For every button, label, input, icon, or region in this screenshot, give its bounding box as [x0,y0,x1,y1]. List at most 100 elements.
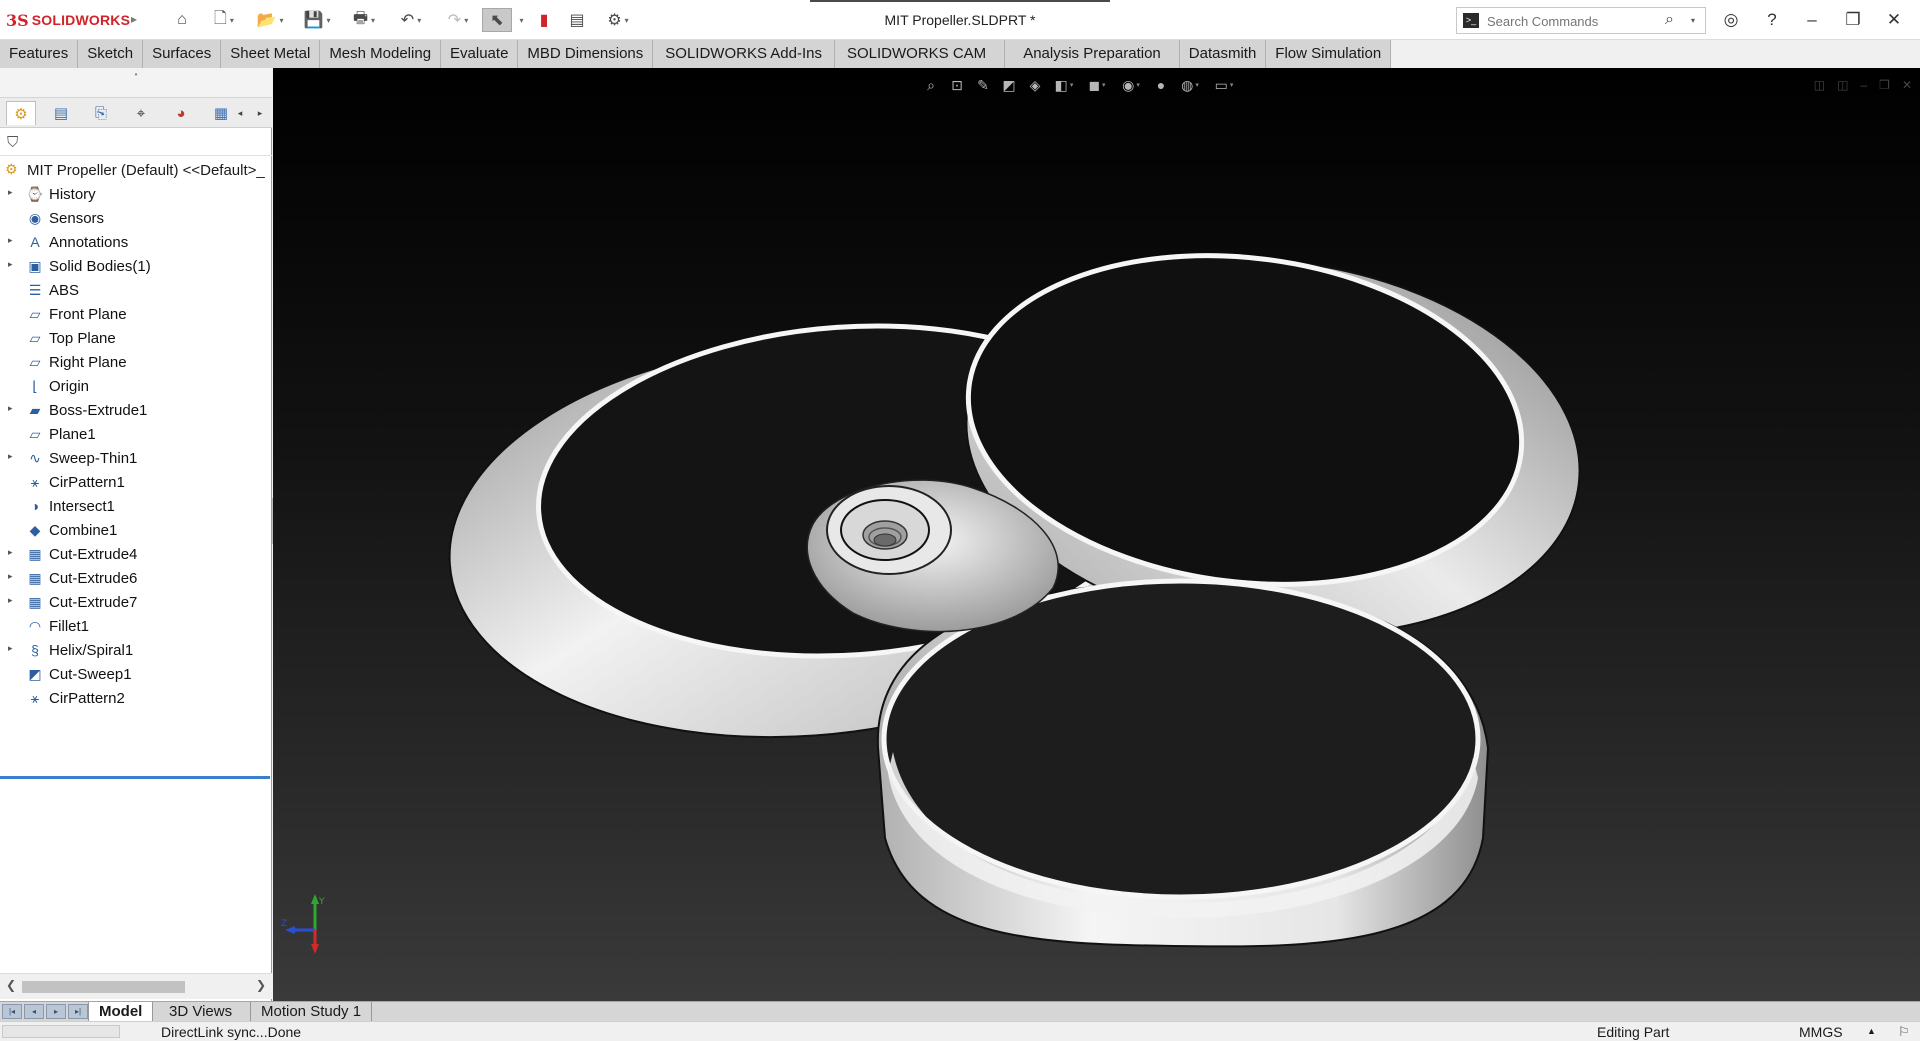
dimxpert-icon: ⌖ [136,104,146,122]
tree-item[interactable]: ▸ ▦ Cut-Extrude4 [0,542,272,566]
tab-evaluate[interactable]: Evaluate [441,40,519,68]
tab-analysis-preparation[interactable]: Analysis Preparation [1005,40,1180,68]
tree-item[interactable]: ◩ Cut-Sweep1 [0,662,272,686]
tab-propertymanager[interactable]: ▤ [46,101,76,125]
file-properties-button[interactable]: ▤ [564,8,590,32]
expand-arrow-icon[interactable]: ▸ [8,259,13,270]
expand-arrow-icon[interactable]: ▸ [8,187,13,198]
tree-item[interactable]: ▸ A Annotations [0,230,272,254]
last-tab-icon[interactable]: ▸| [68,1004,88,1019]
tree-item-label: Cut-Extrude6 [49,570,138,587]
tab-solidworks-cam[interactable]: SOLIDWORKS CAM [835,40,1006,68]
search-input[interactable] [1487,12,1657,30]
expand-arrow-icon[interactable]: ▸ [8,571,13,582]
tabs-scroll-right[interactable]: ▸ [252,101,268,125]
tab-sheet-metal[interactable]: Sheet Metal [221,40,321,68]
undo-button[interactable]: ↶ ▾ [390,8,432,32]
tree-item[interactable]: ▸ ▣ Solid Bodies(1) [0,254,272,278]
tree-item[interactable]: ☰ ABS [0,278,272,302]
tab-solidworks-add-ins[interactable]: SOLIDWORKS Add-Ins [653,40,835,68]
tree-item-label: ABS [49,282,80,299]
restore-button[interactable]: ❐ [1838,8,1868,32]
tab-flow-simulation[interactable]: Flow Simulation [1266,40,1392,68]
tree-item[interactable]: ▱ Right Plane [0,350,272,374]
tab-3d-views[interactable]: 3D Views [159,1002,242,1022]
tree-item[interactable]: ◆ Combine1 [0,518,272,542]
expand-arrow-icon[interactable]: ▸ [8,235,13,246]
tree-item[interactable]: ◑ Intersect1 [0,494,272,518]
tab-featuremanager[interactable]: ⚙ [6,101,36,125]
search-icon[interactable]: ⌕ [1665,11,1674,29]
expand-arrow-icon[interactable]: ▸ [8,451,13,462]
tree-root-part[interactable]: ⚙ MIT Propeller (Default) <<Default>_ [0,158,272,182]
first-tab-icon[interactable]: |◂ [2,1004,22,1019]
tree-item[interactable]: ▱ Top Plane [0,326,272,350]
tree-item[interactable]: ⌊ Origin [0,374,272,398]
tab-features[interactable]: Features [0,40,79,68]
unit-system-selector[interactable]: MMGS [1799,1024,1843,1040]
expand-arrow-icon[interactable]: ▸ [8,547,13,558]
rollback-bar[interactable] [0,776,270,779]
options-button[interactable]: ⚙ ▾ [597,8,639,32]
horizontal-scrollbar[interactable]: ❮ ❯ [0,973,272,999]
tree-item[interactable]: ▱ Front Plane [0,302,272,326]
expand-arrow-icon[interactable]: ▸ [8,403,13,414]
propeller-3d-model[interactable]: Z Y [273,68,1920,1001]
tree-item[interactable]: ▸ ▦ Cut-Extrude7 [0,590,272,614]
previous-tab-icon[interactable]: ◂ [24,1004,44,1019]
select-button[interactable]: ⬉ [482,8,512,32]
print-button[interactable]: 🖶 ▾ [343,8,385,32]
expand-arrow-icon[interactable]: ▸ [8,643,13,654]
scroll-right-icon[interactable]: ❯ [256,978,266,992]
rebuild-status-icon[interactable]: ⚐ [1898,1024,1910,1040]
tree-item[interactable]: ▸ § Helix/Spiral1 [0,638,272,662]
tree-item[interactable]: ⚹ CirPattern2 [0,686,272,710]
tab-surfaces[interactable]: Surfaces [143,40,222,68]
panel-grip[interactable]: • [0,68,272,98]
new-document-button[interactable]: 🗋 ▾ [204,8,244,32]
next-tab-icon[interactable]: ▸ [46,1004,66,1019]
solidworks-logo[interactable]: 3S SOLIDWORKS [6,9,130,31]
tree-item[interactable]: ▸ ▦ Cut-Extrude6 [0,566,272,590]
menu-expand-arrow-icon[interactable]: ▸ [131,12,137,26]
tab-mbd-dimensions[interactable]: MBD Dimensions [518,40,654,68]
tab-dimxpertmanager[interactable]: ⌖ [126,101,156,125]
tree-item[interactable]: ◠ Fillet1 [0,614,272,638]
close-icon: ✕ [1886,10,1902,29]
tree-item-label: Combine1 [49,522,118,539]
tab-datasmith[interactable]: Datasmith [1179,40,1267,68]
close-button[interactable]: ✕ [1879,8,1909,32]
scroll-left-icon[interactable]: ❮ [6,978,16,992]
chevron-right-icon: ▸ [257,107,263,118]
tree-item[interactable]: ▸ ▰ Boss-Extrude1 [0,398,272,422]
redo-button[interactable]: ↷ ▾ [437,8,479,32]
tabs-scroll-left[interactable]: ◂ [232,101,248,125]
select-dropdown[interactable]: ▾ [513,8,527,32]
tab-configurationmanager[interactable]: ⎘ [86,101,116,125]
tree-item[interactable]: ▸ ∿ Sweep-Thin1 [0,446,272,470]
intersect-icon: ◑ [30,498,40,514]
tree-filter[interactable]: ⛉ [0,130,272,156]
tab-motion-study-1[interactable]: Motion Study 1 [250,1002,373,1022]
expand-arrow-icon[interactable]: ▸ [8,595,13,606]
tab-sketch[interactable]: Sketch [78,40,144,68]
chevron-up-icon[interactable]: ▲ [1867,1026,1876,1036]
tree-item[interactable]: ◉ Sensors [0,206,272,230]
tab-mesh-modeling[interactable]: Mesh Modeling [320,40,442,68]
graphics-viewport[interactable]: ⌕ ⊡ ✎ ◩ ◈ ◧ ▾ ◼ ▾ ◉ ▾ ● ◍ ▾ ▭ ▾ ◫ ◫ – ❐ ✕ [273,68,1920,1001]
help-button[interactable]: ? [1757,8,1787,32]
tree-item[interactable]: ⚹ CirPattern1 [0,470,272,494]
home-button[interactable]: ⌂ [168,8,196,32]
tab-displaymanager[interactable]: ◕ [166,101,196,125]
account-button[interactable]: ◎ [1716,8,1746,32]
rebuild-button[interactable]: ▮ [532,8,556,32]
save-button[interactable]: 💾 ▾ [296,8,338,32]
tree-item[interactable]: ▱ Plane1 [0,422,272,446]
tree-item[interactable]: ▸ ⌚ History [0,182,272,206]
scroll-thumb[interactable] [22,981,185,993]
search-commands-box[interactable]: >_ ⌕ ▾ [1456,7,1706,34]
minimize-button[interactable]: – [1797,8,1827,32]
tab-model[interactable]: Model [88,1002,154,1022]
chevron-down-icon[interactable]: ▾ [1691,16,1695,25]
open-button[interactable]: 📂 ▾ [249,8,291,32]
